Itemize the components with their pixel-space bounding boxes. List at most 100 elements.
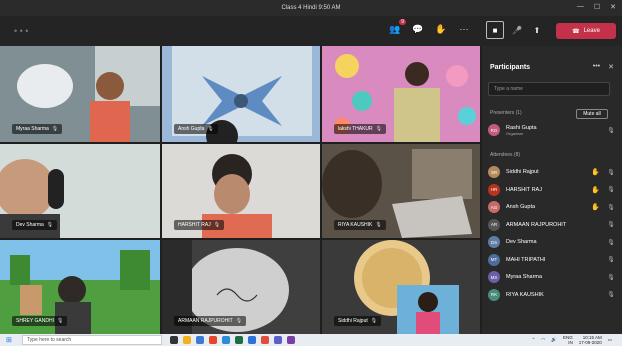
notification-icon[interactable]: ▭ — [608, 337, 612, 343]
more-options-left[interactable]: • • • — [14, 26, 28, 36]
word-icon[interactable] — [248, 336, 256, 344]
volume-icon[interactable]: 🔊 — [551, 337, 557, 343]
raise-hand-icon[interactable]: ✋ — [434, 22, 448, 36]
participant-row[interactable]: RK RIYA KAUSHIK 🎙 — [488, 287, 616, 303]
participants-panel: Participants ••• ✕ Type a name Presenter… — [482, 46, 622, 334]
mic-off-icon: 🎙 — [607, 222, 615, 228]
taskbar-apps — [170, 336, 295, 344]
meeting-toolbar: • • • 👥 9 💬 ✋ ⋯ ■ 🎤 ⬆ ☎ Leave — [0, 16, 622, 46]
windows-start-icon[interactable]: ⊞ — [6, 336, 16, 344]
participant-row[interactable]: RG Rashi Gupta Organiser 🎙 — [488, 122, 616, 138]
presenters-heading[interactable]: Presenters (1) — [490, 110, 522, 116]
wifi-icon[interactable]: ◠ — [541, 337, 545, 343]
video-tile-shrey[interactable]: SHREY GANDHI 🎙 — [0, 240, 160, 334]
raised-hand-icon: ✋ — [591, 186, 600, 194]
office-icon[interactable] — [209, 336, 217, 344]
tray-clock[interactable]: 10:15 AM 17-09-2020 — [579, 335, 602, 345]
mic-off-icon: 🎙 — [51, 126, 59, 132]
participant-row[interactable]: HR HARSHIT RAJ ✋ 🎙 — [488, 182, 616, 198]
system-tray: ⌃ ◠ 🔊 ENG IN 10:15 AM 17-09-2020 ▭ — [532, 335, 612, 345]
participant-row[interactable]: SR Siddhi Rajput ✋ 🎙 — [488, 164, 616, 180]
teams-icon[interactable] — [274, 336, 282, 344]
mic-off-icon: 🎙 — [607, 292, 615, 298]
camera-icon[interactable]: ■ — [486, 21, 504, 39]
tile-label: ARMAAN RAJPUROHIT 🎙 — [174, 316, 247, 326]
window-controls: — ☐ ✕ — [577, 3, 616, 11]
tile-label: Ansh Gupta 🎙 — [174, 124, 218, 134]
participant-name: Dev Sharma — [506, 239, 537, 245]
video-tile-myraa[interactable]: Myraa Sharma 🎙 — [0, 46, 160, 142]
mic-off-icon: 🎙 — [607, 274, 615, 281]
file-explorer-icon[interactable] — [183, 336, 191, 344]
video-tile-armaan[interactable]: ARMAAN RAJPUROHIT 🎙 — [162, 240, 320, 334]
avatar: HR — [488, 183, 500, 196]
tray-language[interactable]: ENG IN — [563, 335, 573, 345]
tile-label: RIYA KAUSHIK 🎙 — [334, 220, 386, 230]
onenote-icon[interactable] — [287, 336, 295, 344]
tile-label: Dev Sharma 🎙 — [12, 220, 58, 230]
taskview-icon[interactable] — [170, 336, 178, 344]
video-tile-lakshmi[interactable]: lakshi THAKUR 🎙 — [322, 46, 480, 142]
participant-name: Siddhi Rajput — [506, 169, 539, 175]
mic-off-icon: 🎙 — [207, 126, 214, 132]
participant-row[interactable]: MT MAHI TRIPATHI 🎙 — [488, 252, 616, 268]
window-titlebar: Class 4 Hindi 9:50 AM — ☐ ✕ — [0, 0, 622, 16]
tile-label: Myraa Sharma 🎙 — [12, 124, 63, 134]
video-tile-dev[interactable]: Dev Sharma 🎙 — [0, 144, 160, 238]
excel-icon[interactable] — [235, 336, 243, 344]
leave-label: Leave — [583, 28, 600, 34]
participant-name: HARSHIT RAJ — [506, 186, 542, 193]
taskbar-search-input[interactable]: Type here to search — [22, 335, 162, 345]
participant-row[interactable]: AR ARMAAN RAJPUROHIT 🎙 — [488, 217, 616, 233]
mic-icon: 🎙 — [607, 127, 615, 134]
more-actions-icon[interactable]: ⋯ — [457, 22, 471, 36]
participants-icon[interactable]: 👥 9 — [388, 19, 406, 36]
participant-row[interactable]: AG Ansh Gupta ✋ 🎙 — [488, 199, 616, 215]
mic-off-icon: 🎙 — [607, 187, 615, 193]
avatar: AR — [488, 218, 500, 231]
mic-off-icon: 🎙 — [235, 318, 243, 324]
close-icon[interactable]: ✕ — [610, 3, 616, 11]
video-tile-riya[interactable]: RIYA KAUSHIK 🎙 — [322, 144, 480, 238]
mic-off-icon: 🎙 — [607, 169, 615, 176]
maximize-icon[interactable]: ☐ — [594, 3, 600, 11]
microphone-icon[interactable]: 🎤 — [510, 21, 524, 39]
video-tile-harshit[interactable]: HARSHIT RAJ 🎙 — [162, 144, 320, 238]
video-tile-siddhi[interactable]: Siddhi Rajput 🎙 — [322, 240, 480, 334]
panel-close-icon[interactable]: ✕ — [608, 63, 614, 71]
mic-off-icon: 🎙 — [607, 204, 615, 211]
tray-chevron-icon[interactable]: ⌃ — [532, 337, 536, 343]
tile-label: Siddhi Rajput 🎙 — [334, 316, 382, 326]
participant-name: Myraa Sharma — [506, 274, 543, 280]
mic-off-icon: 🎙 — [607, 257, 615, 263]
panel-title: Participants — [490, 64, 531, 71]
toolbar-icons: 👥 9 💬 ✋ ⋯ — [388, 19, 471, 36]
share-screen-icon[interactable]: ⬆ — [530, 21, 544, 39]
tile-label: lakshi THAKUR 🎙 — [334, 124, 386, 134]
participant-name: Ansh Gupta — [506, 204, 536, 210]
avatar: RG — [488, 124, 500, 136]
mic-off-icon: 🎙 — [607, 239, 615, 246]
mute-all-button[interactable]: Mute all — [576, 109, 608, 119]
participant-row[interactable]: MS Myraa Sharma 🎙 — [488, 269, 616, 285]
participant-role: Organiser — [506, 130, 524, 136]
outlook-icon[interactable] — [222, 336, 230, 344]
video-tile-ansh[interactable]: Ansh Gupta 🎙 — [162, 46, 320, 142]
avatar: DS — [488, 236, 500, 248]
participant-search-input[interactable]: Type a name — [488, 82, 610, 96]
leave-button[interactable]: ☎ Leave — [556, 23, 616, 39]
mic-off-icon: 🎙 — [213, 222, 221, 228]
participant-name: RIYA KAUSHIK — [506, 291, 544, 298]
attendees-heading[interactable]: Attendees (8) — [490, 152, 520, 158]
minimize-icon[interactable]: — — [577, 3, 584, 11]
chrome-icon[interactable] — [261, 336, 269, 344]
edge-icon[interactable] — [196, 336, 204, 344]
panel-more-icon[interactable]: ••• — [593, 63, 600, 71]
participant-row[interactable]: DS Dev Sharma 🎙 — [488, 234, 616, 250]
mic-off-icon: 🎙 — [370, 318, 378, 324]
avatar: SR — [488, 166, 500, 178]
raised-hand-icon: ✋ — [591, 204, 600, 211]
chat-icon[interactable]: 💬 — [411, 22, 425, 36]
participants-badge: 9 — [399, 19, 406, 25]
tile-label: HARSHIT RAJ 🎙 — [174, 220, 225, 230]
